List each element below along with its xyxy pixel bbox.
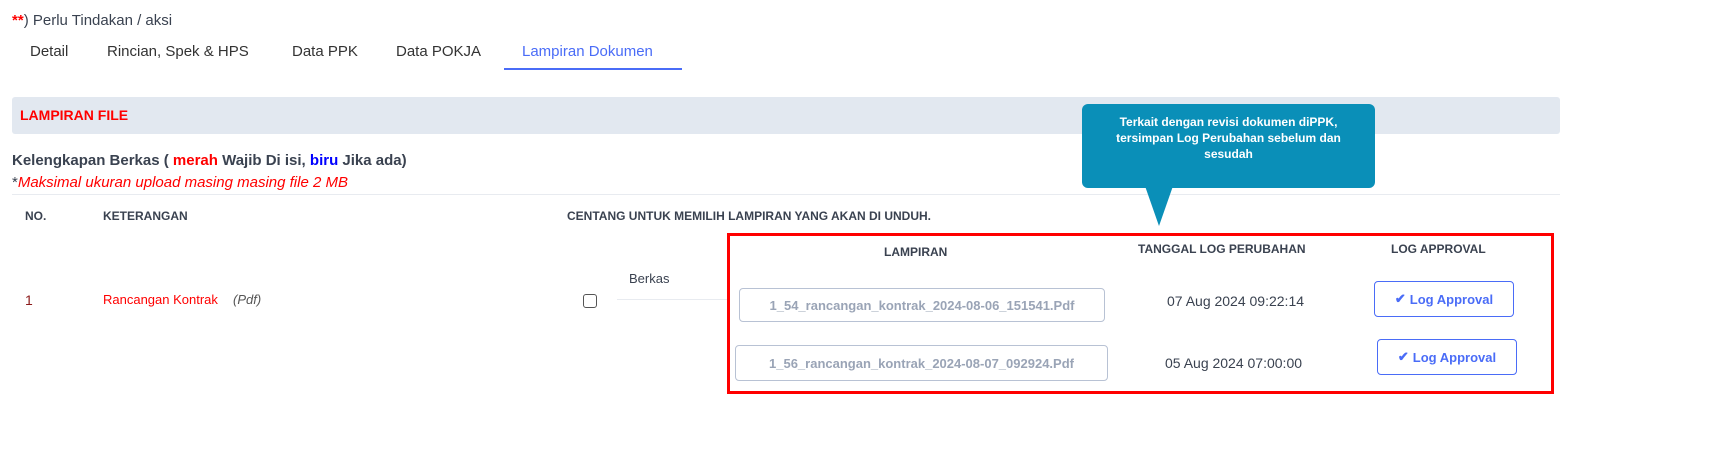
merah-text: merah	[172, 152, 218, 169]
log-date: 05 Aug 2024 07:00:00	[1165, 355, 1303, 371]
check-icon: ✔	[1397, 349, 1409, 364]
text: Jika ada)	[338, 152, 407, 169]
file-link[interactable]: 1_56_rancangan_kontrak_2024-08-07_092924…	[735, 345, 1108, 381]
active-tab-indicator	[504, 68, 682, 70]
section-title: LAMPIRAN FILE	[20, 107, 129, 123]
note-stars: **	[12, 12, 24, 29]
select-checkbox[interactable]	[583, 294, 597, 308]
tab-rincian[interactable]: Rincian, Spek & HPS	[107, 43, 249, 60]
tab-data-pokja[interactable]: Data POKJA	[396, 43, 481, 60]
action-note: **) Perlu Tindakan / aksi	[12, 12, 172, 29]
button-label: Log Approval	[1412, 349, 1497, 365]
kelengkapan-label: Kelengkapan Berkas ( merah Wajib Di isi,…	[12, 152, 407, 169]
header-tanggal: TANGGAL LOG PERUBAHAN	[1138, 242, 1306, 256]
tab-lampiran-dokumen[interactable]: Lampiran Dokumen	[522, 43, 653, 60]
log-approval-button[interactable]: ✔ Log Approval	[1374, 281, 1514, 317]
log-date: 07 Aug 2024 09:22:14	[1167, 293, 1305, 309]
row-no: 1	[25, 292, 33, 308]
tooltip: Terkait dengan revisi dokumen diPPK, ter…	[1082, 104, 1375, 188]
log-approval-button[interactable]: ✔ Log Approval	[1377, 339, 1517, 375]
check-icon: ✔	[1394, 291, 1406, 306]
header-centang: CENTANG UNTUK MEMILIH LAMPIRAN YANG AKAN…	[567, 209, 931, 223]
tooltip-pointer	[1145, 186, 1173, 226]
tab-detail[interactable]: Detail	[30, 43, 68, 60]
text: Wajib Di isi,	[217, 152, 310, 169]
note-text: ) Perlu Tindakan / aksi	[23, 12, 173, 29]
file-link[interactable]: 1_54_rancangan_kontrak_2024-08-06_151541…	[739, 288, 1105, 322]
biru-text: biru	[309, 152, 339, 169]
text: Kelengkapan Berkas (	[12, 152, 173, 169]
max-size-text: Maksimal ukuran upload masing masing fil…	[17, 174, 348, 191]
row-type: (Pdf)	[233, 292, 262, 307]
berkas-label: Berkas	[629, 271, 670, 286]
max-size-note: *Maksimal ukuran upload masing masing fi…	[12, 174, 348, 191]
row-name: Rancangan Kontrak	[103, 292, 218, 307]
button-label: Log Approval	[1409, 291, 1494, 307]
header-log-approval: LOG APPROVAL	[1391, 242, 1486, 256]
header-no: NO.	[25, 209, 47, 223]
tab-data-ppk[interactable]: Data PPK	[292, 43, 358, 60]
header-keterangan: KETERANGAN	[103, 209, 188, 223]
header-lampiran: LAMPIRAN	[884, 245, 948, 259]
